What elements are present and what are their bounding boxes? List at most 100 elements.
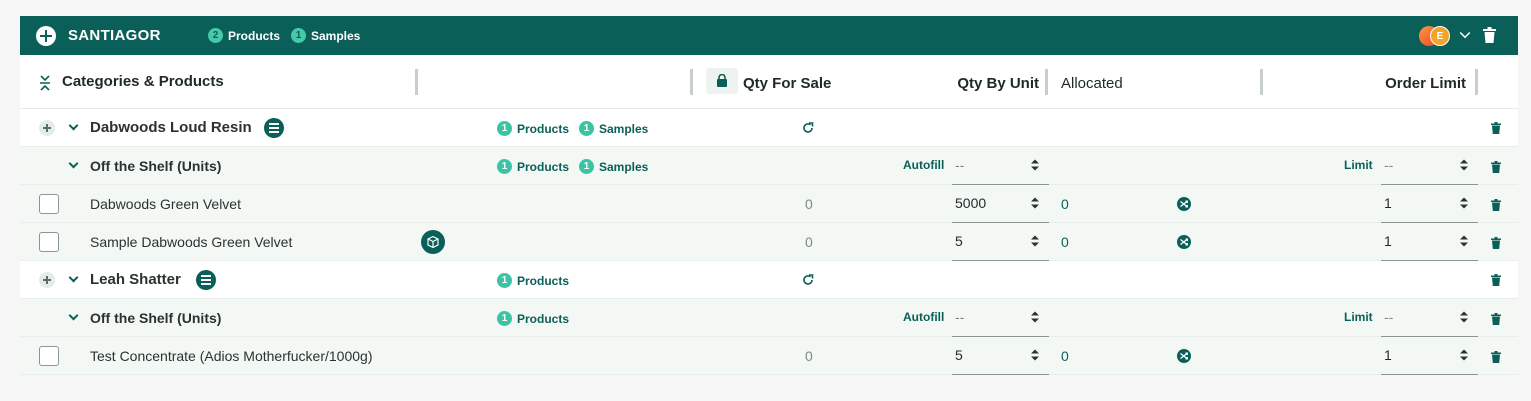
category-name: Dabwoods Loud Resin <box>90 119 252 136</box>
shuffle-icon[interactable] <box>1177 235 1191 249</box>
subcategory-row: Off the Shelf (Units) 1 Products 1 Samples… <box>20 147 1518 185</box>
product-row: Dabwoods Green Velvet 0 5000 0 1 <box>20 185 1518 223</box>
trash-icon[interactable] <box>1491 160 1501 178</box>
autofill-stepper[interactable]: -- <box>952 299 1049 337</box>
add-product-icon[interactable] <box>39 272 55 288</box>
samples-label: Samples <box>311 28 361 43</box>
product-row: Test Concentrate (Adios Motherfucker/100… <box>20 337 1518 375</box>
qty-by-unit-stepper[interactable]: 5 <box>952 337 1049 375</box>
qty-by-unit-stepper[interactable]: 5000 <box>952 185 1049 223</box>
qty-for-sale-value: 0 <box>805 348 813 364</box>
stepper-arrows-icon[interactable] <box>1460 235 1468 247</box>
products-count: 2 <box>208 28 223 43</box>
chevron-down-icon[interactable] <box>68 158 79 169</box>
samples-pill: 1 Samples <box>579 159 648 174</box>
list-menu-icon[interactable] <box>196 270 216 290</box>
autofill-stepper[interactable]: -- <box>952 147 1049 185</box>
column-categories[interactable]: Categories & Products <box>62 73 224 90</box>
products-pill: 1 Products <box>497 311 569 326</box>
qty-for-sale-value: 0 <box>805 196 813 212</box>
allocated-value[interactable]: 0 <box>1061 196 1069 212</box>
samples-pill: 1 Samples <box>291 28 360 43</box>
chevron-down-icon[interactable] <box>68 120 79 131</box>
category-row: Leah Shatter 1 Products <box>20 261 1518 299</box>
category-row: Dabwoods Loud Resin 1 Products 1 Samples <box>20 109 1518 147</box>
stepper-arrows-icon[interactable] <box>1460 159 1468 171</box>
order-limit-stepper[interactable]: 1 <box>1381 223 1478 261</box>
trash-icon[interactable] <box>1491 350 1501 368</box>
subcategory-name: Off the Shelf (Units) <box>90 310 222 326</box>
column-qty-for-sale[interactable]: Qty For Sale <box>743 75 831 92</box>
column-resize-handle[interactable] <box>415 69 418 95</box>
sample-box-icon[interactable] <box>421 230 445 254</box>
products-label: Products <box>228 28 281 43</box>
product-name: Sample Dabwoods Green Velvet <box>90 234 293 250</box>
shuffle-icon[interactable] <box>1177 349 1191 363</box>
chevron-down-icon[interactable] <box>68 272 79 283</box>
column-resize-handle[interactable] <box>1475 69 1478 95</box>
chevron-down-icon[interactable] <box>1459 27 1471 39</box>
column-order-limit[interactable]: Order Limit <box>1280 75 1466 93</box>
trash-icon[interactable] <box>1491 273 1501 291</box>
allocated-value[interactable]: 0 <box>1061 234 1069 250</box>
order-limit-stepper[interactable]: 1 <box>1381 337 1478 375</box>
allocated-value[interactable]: 0 <box>1061 348 1069 364</box>
samples-pill: 1 Samples <box>579 121 648 136</box>
chevron-down-icon[interactable] <box>68 310 79 321</box>
product-name: Dabwoods Green Velvet <box>90 196 241 212</box>
list-menu-icon[interactable] <box>264 118 284 138</box>
trash-icon[interactable] <box>1491 312 1501 330</box>
column-resize-handle[interactable] <box>1260 69 1263 95</box>
subcategory-name: Off the Shelf (Units) <box>90 158 222 174</box>
products-pill: 2 Products <box>208 28 280 43</box>
trash-icon[interactable] <box>1491 236 1501 254</box>
qty-for-sale-value: 0 <box>805 234 813 250</box>
row-checkbox[interactable] <box>39 232 59 252</box>
stepper-arrows-icon[interactable] <box>1031 349 1039 361</box>
products-pill: 1 Products <box>497 121 569 136</box>
stepper-arrows-icon[interactable] <box>1460 197 1468 209</box>
column-resize-handle[interactable] <box>1045 69 1048 95</box>
stepper-arrows-icon[interactable] <box>1031 311 1039 323</box>
order-limit-stepper[interactable]: 1 <box>1381 185 1478 223</box>
column-allocated[interactable]: Allocated <box>1061 75 1123 92</box>
limit-stepper[interactable]: -- <box>1381 299 1478 337</box>
column-resize-handle[interactable] <box>690 69 693 95</box>
row-checkbox[interactable] <box>39 194 59 214</box>
stepper-arrows-icon[interactable] <box>1031 197 1039 209</box>
column-header-row: Categories & Products Qty For Sale Qty B… <box>20 55 1518 109</box>
product-name: Test Concentrate (Adios Motherfucker/100… <box>90 348 373 364</box>
limit-label: Limit <box>1344 158 1373 172</box>
row-checkbox[interactable] <box>39 346 59 366</box>
category-name: Leah Shatter <box>90 271 181 288</box>
store-card: SANTIAGOR 2 Products 1 Samples E Categor… <box>20 16 1518 375</box>
stepper-arrows-icon[interactable] <box>1031 235 1039 247</box>
product-row: Sample Dabwoods Green Velvet 0 5 0 1 <box>20 223 1518 261</box>
limit-stepper[interactable]: -- <box>1381 147 1478 185</box>
stepper-arrows-icon[interactable] <box>1460 311 1468 323</box>
trash-icon[interactable] <box>1491 121 1501 139</box>
add-circle-icon[interactable] <box>36 26 56 46</box>
refresh-icon[interactable] <box>802 121 814 139</box>
limit-label: Limit <box>1344 310 1373 324</box>
shuffle-icon[interactable] <box>1177 197 1191 211</box>
store-name: SANTIAGOR <box>68 27 161 44</box>
samples-count: 1 <box>291 28 306 43</box>
products-pill: 1 Products <box>497 273 569 288</box>
subcategory-row: Off the Shelf (Units) 1 Products Autofill… <box>20 299 1518 337</box>
autofill-label: Autofill <box>903 310 945 324</box>
refresh-icon[interactable] <box>802 273 814 291</box>
lock-icon[interactable] <box>706 68 738 94</box>
stepper-arrows-icon[interactable] <box>1031 159 1039 171</box>
autofill-label: Autofill <box>903 158 945 172</box>
trash-icon[interactable] <box>1483 27 1496 48</box>
stepper-arrows-icon[interactable] <box>1460 349 1468 361</box>
trash-icon[interactable] <box>1491 198 1501 216</box>
add-product-icon[interactable] <box>39 120 55 136</box>
column-qty-by-unit[interactable]: Qty By Unit <box>850 75 1039 93</box>
qty-by-unit-stepper[interactable]: 5 <box>952 223 1049 261</box>
collapse-all-icon[interactable] <box>40 75 50 96</box>
products-pill: 1 Products <box>497 159 569 174</box>
store-header: SANTIAGOR 2 Products 1 Samples E <box>20 16 1518 55</box>
avatar[interactable]: E <box>1430 26 1450 46</box>
